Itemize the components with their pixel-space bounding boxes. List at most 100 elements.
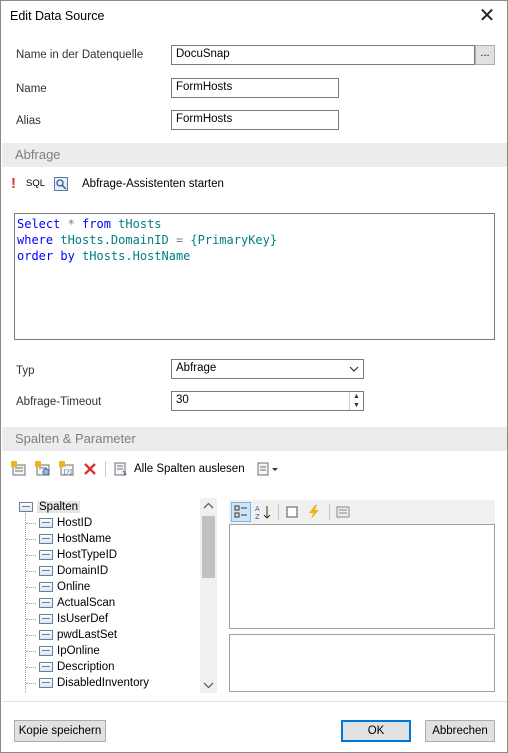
alias-label: Alias: [16, 115, 41, 127]
tree-root[interactable]: Spalten: [19, 499, 81, 515]
dialog-title: Edit Data Source: [10, 9, 105, 23]
query-toolbar: ! SQL Abfrage-Assistenten starten: [11, 175, 232, 192]
alias-field[interactable]: FormHosts: [171, 110, 339, 130]
tree-item[interactable]: HostID: [39, 515, 92, 531]
tree-item[interactable]: HostTypeID: [39, 547, 117, 563]
alphabetical-sort-icon[interactable]: AZ: [253, 502, 273, 522]
timeout-label: Abfrage-Timeout: [16, 396, 102, 408]
add-parameter-icon[interactable]: [?]: [59, 461, 75, 477]
name-label: Name: [16, 83, 47, 95]
sql-editor[interactable]: Select * from tHosts where tHosts.Domain…: [14, 213, 495, 340]
tree-item-label: ActualScan: [57, 597, 116, 609]
columns-tree: Spalten HostID HostName HostTypeID DomainID…: [15, 497, 215, 693]
tree-branch-line: [26, 603, 36, 604]
column-icon: [39, 646, 53, 656]
type-label: Typ: [16, 365, 35, 377]
tree-item-label: HostID: [57, 517, 93, 529]
tree-item-label: DomainID: [57, 565, 109, 577]
tree-item-label: IpOnline: [57, 645, 100, 657]
tree-branch-line: [26, 571, 36, 572]
tree-item-label: Online: [57, 581, 91, 593]
tree-branch-line: [26, 539, 36, 540]
tree-item[interactable]: DisabledInventory: [39, 675, 149, 691]
tree-item[interactable]: HostName: [39, 531, 111, 547]
property-pages-icon[interactable]: [333, 502, 353, 522]
tree-item-label: pwdLastSet: [57, 629, 118, 641]
tree-branch-line: [26, 651, 36, 652]
query-section-header: Abfrage: [2, 143, 507, 167]
tree-item[interactable]: ActualScan: [39, 595, 115, 611]
events-lightning-icon[interactable]: [304, 502, 324, 522]
type-combobox[interactable]: Abfrage: [171, 359, 364, 379]
save-copy-button[interactable]: Kopie speichern: [14, 720, 106, 742]
timeout-value: 30: [176, 394, 189, 406]
column-icon: [39, 598, 53, 608]
stepper-up-icon[interactable]: ▲: [350, 392, 363, 401]
stepper-down-icon[interactable]: ▼: [350, 401, 363, 410]
edit-data-source-dialog: Edit Data Source ✕ Name in der Datenquel…: [0, 0, 508, 753]
footer-divider: [2, 701, 507, 702]
close-icon[interactable]: ✕: [475, 4, 499, 28]
browse-datasource-button[interactable]: ...: [475, 45, 495, 65]
property-toolbar-separator: [278, 504, 279, 520]
sql-button[interactable]: SQL: [26, 178, 45, 189]
svg-text:Z: Z: [255, 513, 260, 520]
tree-branch-line: [26, 523, 36, 524]
tree-item[interactable]: pwdLastSet: [39, 627, 117, 643]
tree-branch-line: [26, 667, 36, 668]
add-column-icon[interactable]: [11, 461, 27, 477]
tree-scrollbar[interactable]: [200, 498, 217, 693]
tree-item[interactable]: IsUserDef: [39, 611, 108, 627]
scrollbar-thumb[interactable]: [202, 516, 215, 578]
table-node-icon: [19, 502, 33, 512]
ok-button[interactable]: OK: [341, 720, 411, 742]
type-value: Abfrage: [176, 362, 217, 374]
property-grid[interactable]: [229, 524, 495, 629]
column-icon: [39, 582, 53, 592]
column-icon: [39, 550, 53, 560]
query-wizard-icon[interactable]: [54, 176, 69, 191]
scroll-down-icon[interactable]: [200, 677, 217, 693]
properties-icon[interactable]: [282, 502, 302, 522]
column-icon: [39, 630, 53, 640]
tree-item[interactable]: Description: [39, 659, 115, 675]
read-all-columns-button[interactable]: Alle Spalten auslesen: [134, 463, 245, 475]
chevron-down-icon: [349, 361, 359, 377]
tree-item-label: HostName: [57, 533, 112, 545]
column-icon: [39, 566, 53, 576]
tree-item[interactable]: DomainID: [39, 563, 108, 579]
tree-root-label: Spalten: [37, 501, 81, 513]
delete-icon[interactable]: [83, 462, 97, 476]
title-bar: Edit Data Source ✕: [1, 1, 507, 32]
column-icon: [39, 678, 53, 688]
svg-text:A: A: [255, 505, 260, 513]
tree-branch-line: [26, 619, 36, 620]
columns-toolbar: [?] Alle Spalten auslesen: [11, 461, 287, 477]
tree-branch-line: [26, 683, 36, 684]
property-description-pane: [229, 634, 495, 692]
name-field[interactable]: FormHosts: [171, 78, 339, 98]
columns-section-header: Spalten & Parameter: [2, 427, 507, 451]
tree-branch-line: [26, 587, 36, 588]
property-toolbar-separator-2: [329, 504, 330, 520]
column-icon: [39, 614, 53, 624]
tree-item[interactable]: IpOnline: [39, 643, 100, 659]
read-columns-icon[interactable]: [114, 462, 128, 476]
sql-line-3: order by tHosts.HostName: [17, 249, 191, 263]
warning-icon[interactable]: !: [11, 175, 16, 192]
column-icon: [39, 662, 53, 672]
scroll-up-icon[interactable]: [200, 498, 217, 514]
categorized-icon[interactable]: [231, 502, 251, 522]
column-options-dropdown-icon[interactable]: [257, 462, 279, 476]
tree-item-label: IsUserDef: [57, 613, 109, 625]
cancel-button[interactable]: Abbrechen: [425, 720, 495, 742]
query-wizard-button[interactable]: Abfrage-Assistenten starten: [82, 178, 224, 190]
tree-item-label: DisabledInventory: [57, 677, 150, 689]
edit-column-icon[interactable]: [35, 461, 51, 477]
property-toolbar: AZ: [229, 500, 495, 524]
sql-line-1: Select * from tHosts: [17, 217, 162, 231]
sql-line-2: where tHosts.DomainID = {PrimaryKey}: [17, 233, 278, 247]
datasource-field[interactable]: DocuSnap: [171, 45, 475, 65]
timeout-stepper[interactable]: 30 ▲ ▼: [171, 391, 364, 411]
tree-item[interactable]: Online: [39, 579, 90, 595]
